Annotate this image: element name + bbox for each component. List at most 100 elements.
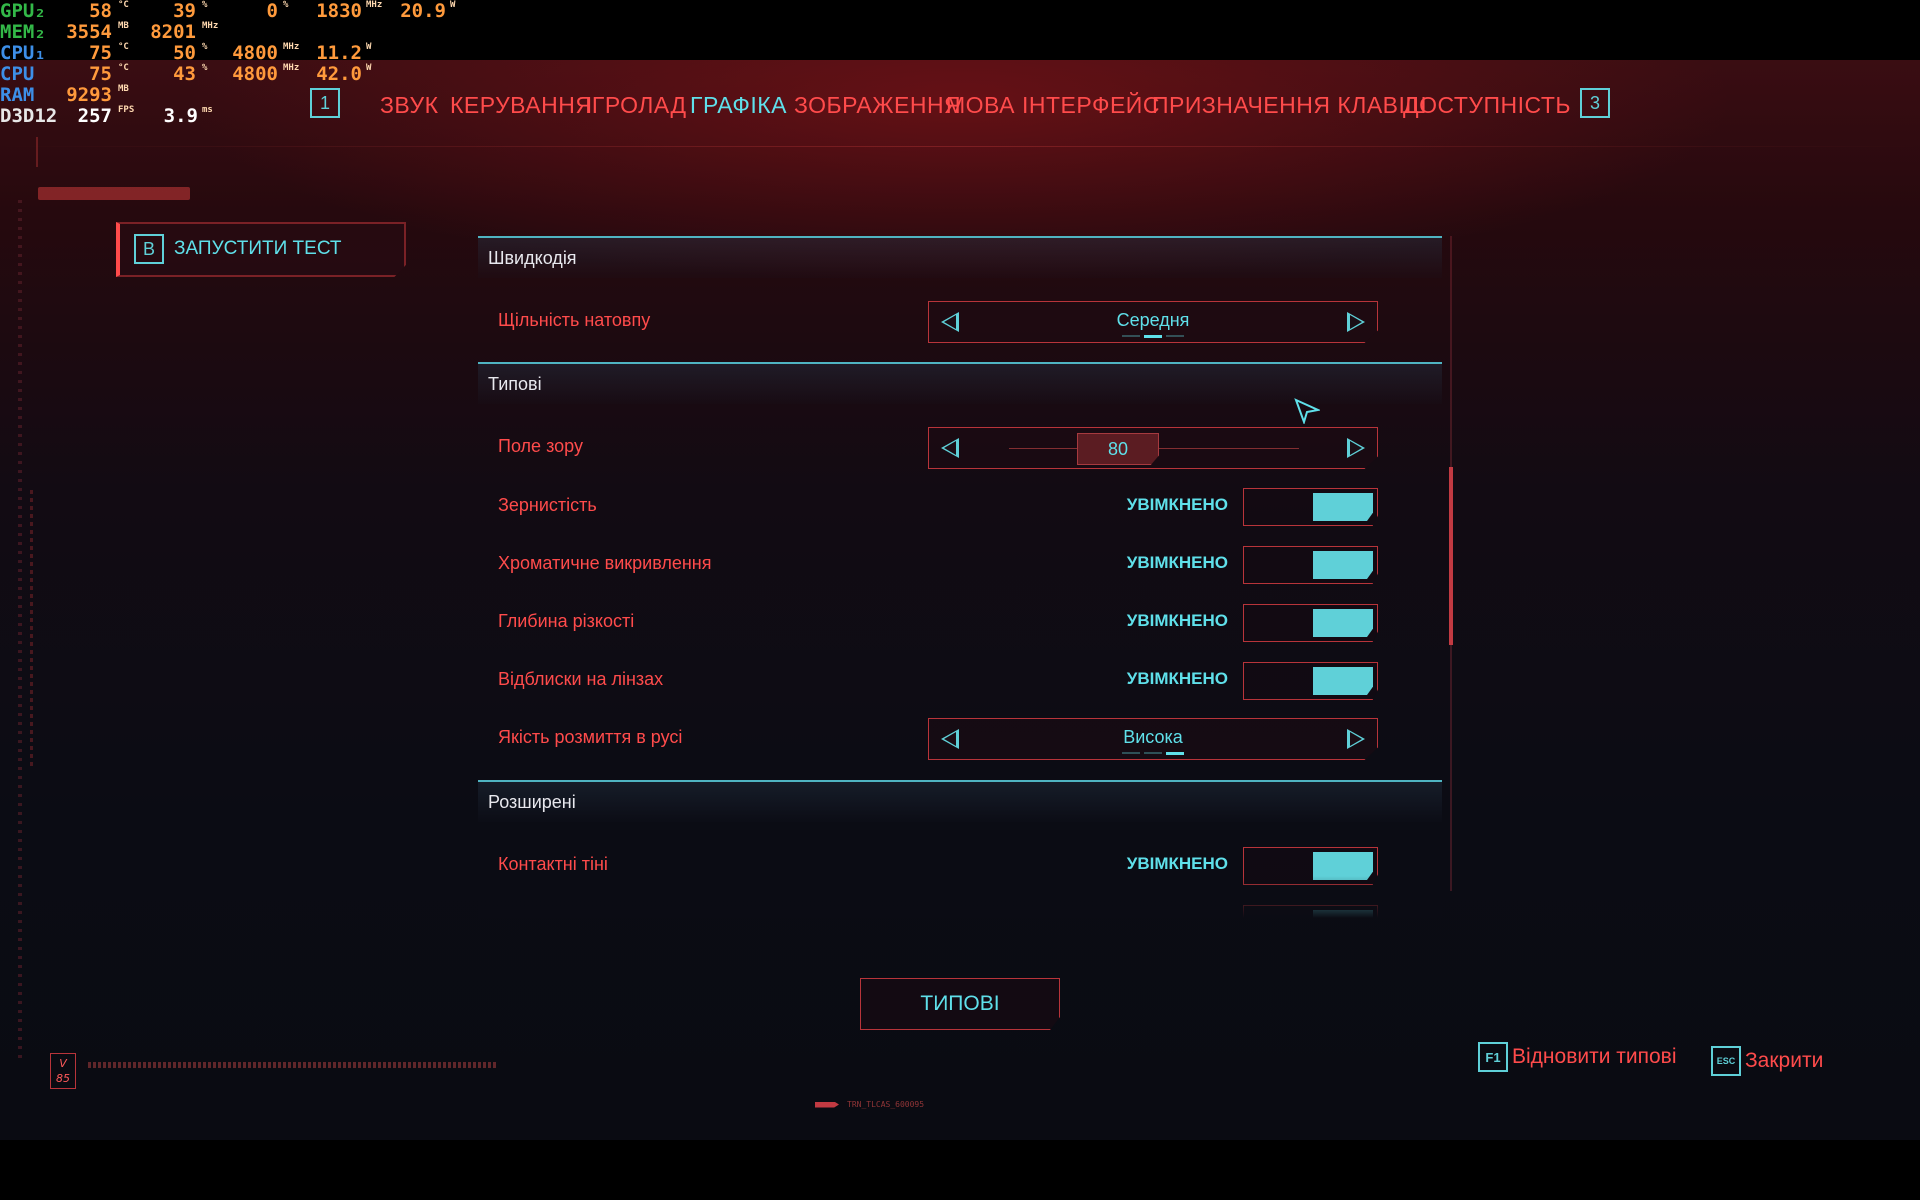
fov-slider[interactable]: 80 [928, 427, 1378, 469]
version-badge: V 85 [50, 1053, 76, 1089]
mouse-cursor-icon [1294, 398, 1320, 424]
esc-key-icon: ESC [1711, 1046, 1741, 1076]
setting-label: Глибина різкості [498, 611, 635, 631]
tab-graphics[interactable]: ГРАФІКА [690, 92, 787, 119]
overlay-unit: % [283, 0, 289, 10]
run-benchmark-button[interactable]: B ЗАПУСТИТИ ТЕСТ [116, 222, 406, 277]
setting-fov: Поле зору 80 [478, 424, 1442, 474]
overlay-value: 58 [89, 0, 112, 22]
toggle-state: УВІМКНЕНО [1126, 669, 1228, 688]
tab-controls[interactable]: КЕРУВАННЯ [450, 92, 592, 119]
setting-label: Зернистість [498, 495, 597, 515]
overlay-value: 3554 [66, 21, 112, 43]
depth-of-field-toggle[interactable] [1243, 604, 1378, 642]
section-title: Типові [488, 374, 542, 394]
overlay-unit: MHz [366, 0, 383, 10]
slider-thumb[interactable]: 80 [1077, 433, 1159, 465]
overlay-label: CPU₁ [0, 42, 46, 64]
crowd-density-selector[interactable]: Середня [928, 301, 1378, 343]
option-dot [1166, 335, 1184, 337]
performance-overlay: GPU₂ 58 °C 39 % 0 % 1830 MHz 20.9 W MEM₂… [0, 0, 470, 130]
tab-video[interactable]: ЗОБРАЖЕННЯ [794, 92, 961, 119]
overlay-unit: W [450, 0, 456, 10]
option-dot [1122, 752, 1140, 754]
settings-list: Швидкодія Щільність натовпу Середня Типо… [478, 236, 1442, 918]
tab-language[interactable]: МОВА [946, 92, 1015, 119]
f1-key-icon: F1 [1478, 1042, 1508, 1072]
tab-accessibility[interactable]: ДОСТУПНІСТЬ [1403, 92, 1571, 119]
overlay-unit: °C [118, 42, 129, 52]
decor-line [88, 1062, 498, 1068]
overlay-value: 0 [266, 0, 278, 22]
film-grain-toggle[interactable] [1243, 488, 1378, 526]
overlay-value: 75 [89, 42, 112, 64]
overlay-label: MEM₂ [0, 21, 46, 43]
restore-defaults-hint[interactable]: F1 Відновити типові [1478, 1042, 1677, 1072]
toggle-state: УВІМКНЕНО [1126, 854, 1228, 873]
overlay-value: 8201 [150, 21, 196, 43]
option-dot [1122, 335, 1140, 337]
toggle-knob [1313, 493, 1373, 521]
defaults-button[interactable]: ТИПОВІ [860, 978, 1060, 1030]
overlay-unit: W [366, 42, 372, 52]
section-header-performance: Швидкодія [478, 236, 1442, 278]
overlay-unit: °C [118, 0, 129, 10]
overlay-unit: °C [118, 63, 129, 73]
toggle-state: УВІМКНЕНО [1126, 553, 1228, 572]
option-indicator [929, 335, 1377, 338]
setting-chromatic-aberration: Хроматичне викривлення УВІМКНЕНО [478, 541, 1442, 591]
decor-scanline [18, 200, 22, 1060]
overlay-value: 50 [173, 42, 196, 64]
arrow-right-icon[interactable] [1347, 729, 1365, 749]
setting-film-grain: Зернистість УВІМКНЕНО [478, 483, 1442, 533]
setting-motion-blur: Якість розмиття в русі Висока [478, 715, 1442, 765]
section-header-advanced: Розширені [478, 780, 1442, 822]
decor-logo-block [36, 137, 186, 167]
letterbox-bottom [0, 1140, 1920, 1200]
toggle-knob [1313, 551, 1373, 579]
next-tab-key[interactable]: 3 [1580, 88, 1610, 118]
motion-blur-selector[interactable]: Висока [928, 718, 1378, 760]
arrow-right-icon[interactable] [1347, 438, 1365, 458]
toggle-state: УВІМКНЕНО [1126, 495, 1228, 514]
overlay-unit: MB [118, 84, 129, 94]
overlay-label: D3D12 [0, 105, 58, 127]
option-dot [1144, 752, 1162, 754]
overlay-unit: % [202, 42, 208, 52]
overlay-value: 42.0 [316, 63, 362, 85]
arrow-left-icon[interactable] [941, 438, 959, 458]
overlay-value: 1830 [316, 0, 362, 22]
setting-crowd-density: Щільність натовпу Середня [478, 298, 1442, 348]
option-dot-active [1166, 752, 1184, 755]
lens-flare-toggle[interactable] [1243, 662, 1378, 700]
selector-value: Середня [1116, 310, 1190, 330]
tab-key-bindings[interactable]: ПРИЗНАЧЕННЯ КЛАВІШ [1152, 92, 1427, 119]
build-arrow-icon [815, 1101, 839, 1108]
chromatic-aberration-toggle[interactable] [1243, 546, 1378, 584]
hint-label: Відновити типові [1512, 1045, 1677, 1068]
option-dot-active [1144, 335, 1162, 338]
overlay-unit: % [202, 63, 208, 73]
overlay-unit: % [202, 0, 208, 10]
setting-label: Контактні тіні [498, 854, 608, 874]
overlay-unit: MB [118, 21, 129, 31]
close-hint[interactable]: ESC Закрити [1711, 1046, 1823, 1076]
setting-label: Якість розмиття в русі [498, 727, 683, 747]
selector-value: Висока [1123, 727, 1183, 747]
overlay-unit: ms [202, 105, 213, 115]
section-title: Швидкодія [488, 248, 577, 268]
overlay-value: 43 [173, 63, 196, 85]
overlay-value: 4800 [232, 42, 278, 64]
setting-depth-of-field: Глибина різкості УВІМКНЕНО [478, 599, 1442, 649]
tab-gameplay[interactable]: ІГРОЛАД [585, 92, 687, 119]
hint-label: Закрити [1745, 1049, 1824, 1072]
setting-lens-flare: Відблиски на лінзах УВІМКНЕНО [478, 657, 1442, 707]
scrollbar-thumb[interactable] [1449, 467, 1453, 645]
overlay-value: 11.2 [316, 42, 362, 64]
tab-interface[interactable]: ІНТЕРФЕЙС [1022, 92, 1160, 119]
arrow-right-icon[interactable] [1347, 312, 1365, 332]
setting-label: Хроматичне викривлення [498, 553, 712, 573]
build-id: TRN_TLCAS_600095 [847, 1100, 925, 1109]
toggle-state: УВІМКНЕНО [1126, 611, 1228, 630]
overlay-value: 3.9 [163, 105, 198, 127]
